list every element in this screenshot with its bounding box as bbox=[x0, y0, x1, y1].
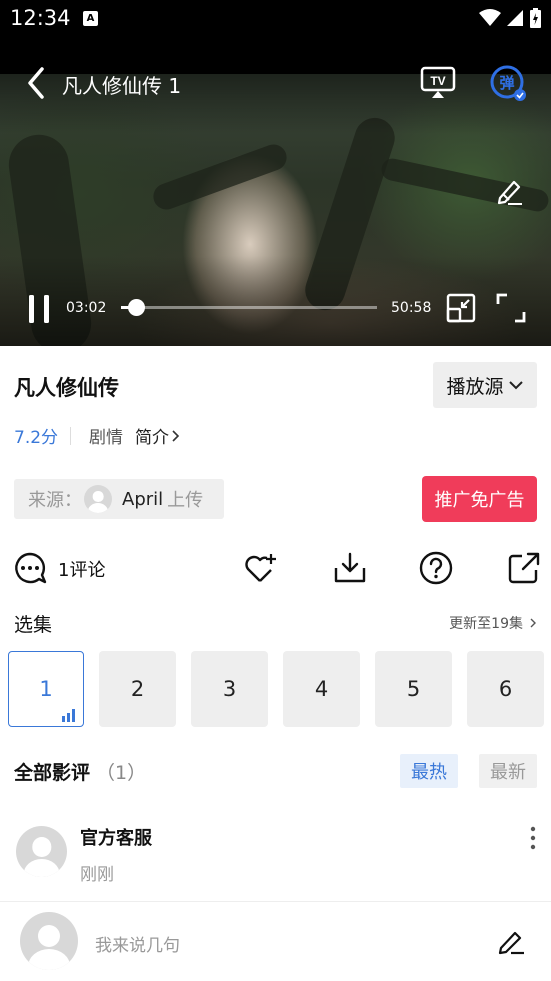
review-avatar bbox=[16, 826, 67, 877]
intro-link-label: 简介 bbox=[135, 428, 170, 448]
user-avatar bbox=[20, 912, 78, 970]
review-author: 官方客服 bbox=[80, 828, 152, 849]
cast-tv-icon[interactable]: TV bbox=[420, 66, 456, 100]
video-title: 凡人修仙传 1 bbox=[62, 74, 182, 98]
uploader-tag[interactable]: 来源： April 上传 bbox=[14, 479, 224, 519]
chevron-right-icon bbox=[172, 429, 180, 442]
episode-number: 4 bbox=[314, 677, 329, 701]
share-icon[interactable] bbox=[506, 550, 542, 586]
episodes-more-label: 更新至19集 bbox=[449, 616, 523, 632]
comment-composer: 我来说几句 bbox=[0, 901, 551, 981]
intro-link[interactable]: 简介 bbox=[135, 423, 181, 448]
wifi-icon bbox=[479, 9, 501, 26]
show-title: 凡人修仙传 bbox=[14, 376, 119, 400]
comment-count[interactable]: 1评论 bbox=[58, 556, 105, 582]
episode-number: 2 bbox=[130, 677, 145, 701]
danmaku-toggle-icon[interactable]: 弹 bbox=[488, 64, 528, 102]
signal-icon bbox=[507, 10, 523, 26]
progress-slider[interactable] bbox=[121, 299, 377, 316]
episode-number: 1 bbox=[39, 677, 53, 701]
remove-ads-button[interactable]: 推广免广告 bbox=[422, 476, 537, 522]
small-window-icon[interactable] bbox=[446, 293, 476, 323]
episode-number: 5 bbox=[406, 677, 421, 701]
episode-number: 3 bbox=[222, 677, 237, 701]
episode-1[interactable]: 1 bbox=[8, 651, 84, 727]
review-item[interactable]: 官方客服 刚刚 bbox=[0, 820, 551, 890]
svg-text:弹: 弹 bbox=[499, 74, 514, 92]
sort-new-tab[interactable]: 最新 bbox=[479, 754, 537, 788]
uploader-suffix: 上传 bbox=[167, 490, 204, 511]
episode-number: 6 bbox=[498, 677, 513, 701]
duration: 50:58 bbox=[391, 300, 432, 316]
genre-tag: 剧情 bbox=[89, 428, 124, 448]
progress-knob[interactable] bbox=[128, 299, 146, 316]
divider bbox=[70, 426, 72, 445]
pause-icon[interactable] bbox=[26, 294, 52, 324]
show-meta: 7.2分 剧情 简介 bbox=[14, 423, 181, 448]
status-time: 12:34 bbox=[10, 6, 71, 30]
episodes-heading: 选集 bbox=[14, 614, 53, 636]
notification-badge-icon: A bbox=[83, 11, 98, 26]
action-bar: 1评论 bbox=[0, 548, 551, 588]
uploader-label: 来源： bbox=[28, 490, 82, 511]
comment-icon[interactable] bbox=[12, 550, 48, 586]
review-time: 刚刚 bbox=[80, 865, 114, 885]
status-bar: 12:34 A bbox=[0, 0, 551, 36]
reviews-heading: 全部影评 （1） bbox=[14, 758, 146, 785]
system-icons bbox=[479, 8, 541, 28]
score: 7.2分 bbox=[14, 428, 59, 448]
fullscreen-icon[interactable] bbox=[496, 293, 526, 323]
help-icon[interactable] bbox=[418, 550, 454, 586]
danmaku-write-icon[interactable] bbox=[494, 176, 524, 206]
sort-hot-tab[interactable]: 最热 bbox=[400, 754, 458, 788]
svg-text:TV: TV bbox=[430, 74, 445, 88]
source-button-label: 播放源 bbox=[446, 375, 504, 398]
comment-input[interactable]: 我来说几句 bbox=[95, 931, 180, 956]
reviews-count: （1） bbox=[96, 762, 147, 784]
more-vertical-icon[interactable] bbox=[528, 826, 538, 850]
download-icon[interactable] bbox=[332, 550, 368, 586]
chevron-down-icon bbox=[508, 381, 523, 390]
reviews-heading-label: 全部影评 bbox=[14, 762, 91, 784]
episode-4[interactable]: 4 bbox=[283, 651, 360, 727]
episode-6[interactable]: 6 bbox=[467, 651, 544, 727]
source-select-button[interactable]: 播放源 bbox=[433, 362, 537, 408]
edit-icon[interactable] bbox=[496, 926, 526, 956]
favorite-add-icon[interactable] bbox=[242, 550, 278, 586]
playing-bars-icon bbox=[62, 709, 75, 722]
back-icon[interactable] bbox=[24, 66, 50, 100]
episodes-more-link[interactable]: 更新至19集 bbox=[449, 613, 537, 633]
chevron-right-icon bbox=[530, 618, 536, 628]
uploader-avatar bbox=[84, 485, 112, 513]
episode-5[interactable]: 5 bbox=[375, 651, 452, 727]
video-player[interactable]: 凡人修仙传 1 TV 弹 03:02 50:58 bbox=[0, 36, 551, 346]
episode-3[interactable]: 3 bbox=[191, 651, 268, 727]
uploader-name: April bbox=[122, 488, 164, 510]
current-time: 03:02 bbox=[66, 300, 107, 316]
episode-list: 1 2 3 4 5 6 bbox=[8, 651, 544, 727]
battery-icon bbox=[530, 8, 541, 28]
episode-2[interactable]: 2 bbox=[99, 651, 176, 727]
